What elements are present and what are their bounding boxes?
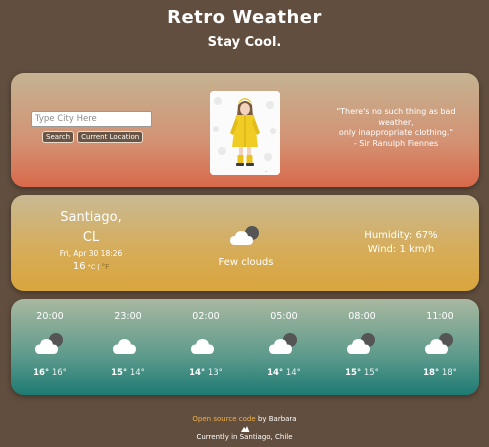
partly-cloudy-night-icon (230, 226, 259, 245)
forecast-item: 08:00 15° 15° (323, 311, 401, 378)
app-subtitle: Stay Cool. (207, 35, 282, 50)
forecast-high: 14° (267, 368, 284, 378)
footer-author: by Barbara (255, 415, 297, 423)
forecast-item: 20:00 16° 16° (11, 311, 89, 378)
forecast-item: 05:00 14° 14° (245, 311, 323, 378)
unit-separator: | (97, 262, 100, 271)
quote-line: only inappropriate clothing." (338, 128, 454, 137)
forecast-high: 15° (345, 368, 362, 378)
cloud-shape (191, 339, 214, 354)
outfit-illustration: ~ (210, 91, 280, 175)
app-title: Retro Weather (167, 7, 322, 28)
wind-speed: Wind: 1 km/h (367, 244, 435, 255)
partly-cloudy-night-icon (269, 333, 297, 354)
forecast-high: 16° (33, 368, 50, 378)
header: Retro Weather Stay Cool. (0, 0, 489, 50)
celsius-toggle[interactable]: °C (88, 263, 96, 271)
source-code-link[interactable]: Open source code (192, 415, 255, 423)
cloud-icon (113, 339, 136, 354)
search-form: Search Current Location (31, 111, 152, 143)
partly-cloudy-night-icon (35, 333, 63, 354)
forecast-icon-slot (401, 332, 479, 358)
forecast-item: 11:00 18° 18° (401, 311, 479, 378)
city-search-input[interactable] (31, 111, 152, 127)
forecast-low: 16° (51, 368, 67, 378)
current-weather-card: Santiago, CL Fri, Apr 30 18:26 16 °C | °… (11, 195, 479, 291)
raincoat-figure-icon: ~ (210, 91, 280, 175)
forecast-high: 15° (111, 368, 128, 378)
forecast-low: 18° (441, 368, 457, 378)
forecast-time: 08:00 (348, 311, 376, 322)
city-name: Santiago, (60, 210, 122, 225)
cloud-icon (191, 339, 214, 354)
forecast-icon-slot (11, 332, 89, 358)
forecast-icon-slot (167, 332, 245, 358)
forecast-temps: 14° 13° (167, 368, 245, 378)
forecast-high: 18° (423, 368, 440, 378)
quote-line: "There's no such thing as bad (336, 107, 456, 116)
location-block: Santiago, CL Fri, Apr 30 18:26 16 °C | °… (41, 209, 141, 272)
forecast-low: 14° (285, 368, 301, 378)
temperature-value: 16 (72, 261, 86, 272)
forecast-time: 20:00 (36, 311, 64, 322)
forecast-low: 13° (207, 368, 223, 378)
footer-location: Currently in Santiago, Chile (196, 433, 293, 441)
forecast-time: 23:00 (114, 311, 142, 322)
footer: Open source code by Barbara Currently in… (0, 415, 489, 442)
forecast-temps: 15° 14° (89, 368, 167, 378)
forecast-temps: 14° 14° (245, 368, 323, 378)
forecast-temps: 16° 16° (11, 368, 89, 378)
search-button[interactable]: Search (42, 131, 75, 143)
current-temperature: 16 °C | °F (41, 261, 141, 272)
weather-quote: "There's no such thing as bad weather, o… (321, 107, 471, 149)
forecast-time: 05:00 (270, 311, 298, 322)
humidity: Humidity: 67% (364, 230, 438, 241)
weather-stats: Humidity: 67% Wind: 1 km/h (351, 229, 451, 257)
forecast-row: 20:00 16° 16° 23:00 15° 14° 02:00 14° 13… (11, 311, 479, 378)
forecast-time: 11:00 (426, 311, 454, 322)
forecast-temps: 15° 15° (323, 368, 401, 378)
country-code: CL (82, 230, 100, 245)
forecast-temps: 18° 18° (401, 368, 479, 378)
search-card: Search Current Location (11, 73, 479, 187)
forecast-item: 02:00 14° 13° (167, 311, 245, 378)
forecast-item: 23:00 15° 14° (89, 311, 167, 378)
forecast-icon-slot (89, 332, 167, 358)
current-location-button[interactable]: Current Location (77, 131, 144, 143)
forecast-card: 20:00 16° 16° 23:00 15° 14° 02:00 14° 13… (11, 299, 479, 395)
condition-block: Few clouds (201, 225, 291, 268)
forecast-high: 14° (189, 368, 206, 378)
quote-line: weather, (378, 117, 414, 127)
search-buttons: Search Current Location (31, 131, 152, 143)
date-time: Fri, Apr 30 18:26 (59, 249, 123, 258)
fahrenheit-toggle[interactable]: °F (102, 263, 110, 271)
condition-text: Few clouds (218, 257, 274, 268)
forecast-time: 02:00 (192, 311, 220, 322)
forecast-low: 15° (363, 368, 379, 378)
mountain-icon (240, 426, 249, 432)
cloud-shape (113, 339, 136, 354)
partly-cloudy-night-icon (347, 333, 375, 354)
quote-author: - Sir Ranulph Fiennes (353, 138, 439, 148)
partly-cloudy-night-icon (425, 333, 453, 354)
footer-credit: Open source code by Barbara (0, 415, 489, 424)
forecast-icon-slot (323, 332, 401, 358)
forecast-icon-slot (245, 332, 323, 358)
forecast-low: 14° (129, 368, 145, 378)
